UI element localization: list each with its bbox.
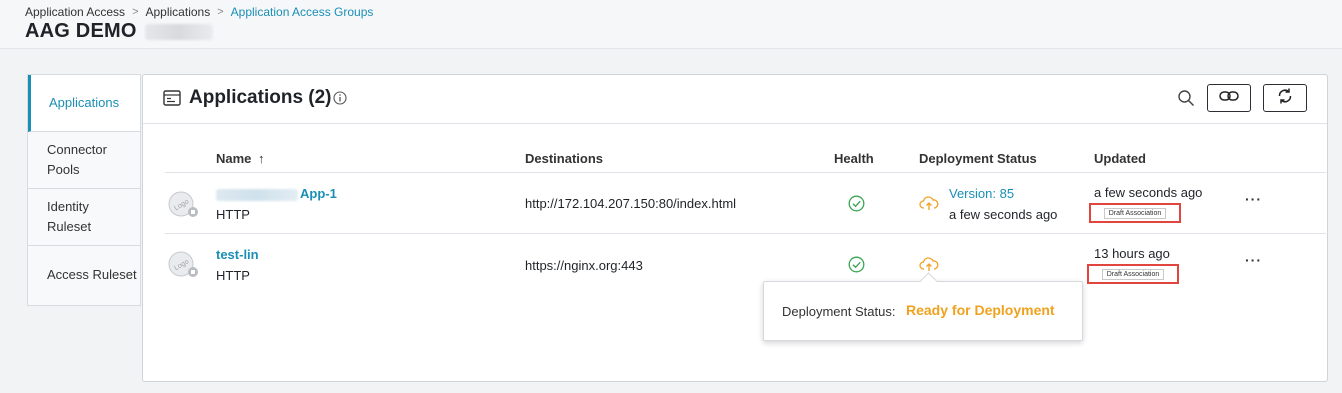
sort-ascending-icon: ↑ bbox=[258, 151, 265, 166]
row-actions-more-icon[interactable]: ··· bbox=[1245, 252, 1262, 268]
side-nav-item-identity-ruleset[interactable]: Identity Ruleset bbox=[28, 189, 140, 246]
column-header-health[interactable]: Health bbox=[834, 151, 874, 166]
redacted-title-suffix bbox=[144, 23, 213, 40]
health-ok-icon bbox=[848, 195, 865, 217]
app-type: HTTP bbox=[216, 268, 250, 283]
draft-association-badge: Draft Association bbox=[1089, 203, 1181, 223]
refresh-icon bbox=[1276, 87, 1294, 110]
column-header-name-label: Name bbox=[216, 151, 252, 166]
column-header-deployment-status[interactable]: Deployment Status bbox=[919, 151, 1037, 166]
health-ok-icon bbox=[848, 256, 865, 278]
breadcrumb-application-access-groups[interactable]: Application Access Groups bbox=[231, 5, 374, 19]
breadcrumb-applications[interactable]: Applications bbox=[146, 5, 211, 19]
tooltip-status-value: Ready for Deployment bbox=[906, 302, 1055, 318]
tooltip-label: Deployment Status: bbox=[782, 304, 896, 319]
panel-header: Applications (2) bbox=[143, 75, 1327, 124]
row-actions-more-icon[interactable]: ··· bbox=[1245, 191, 1262, 207]
app-destination: http://172.104.207.150:80/index.html bbox=[525, 196, 737, 211]
link-icon bbox=[1219, 89, 1239, 107]
cloud-upload-icon bbox=[919, 195, 939, 216]
page-header: Application Access > Applications > Appl… bbox=[0, 0, 1342, 49]
refresh-button[interactable] bbox=[1263, 84, 1307, 112]
app-name-link[interactable]: test-lin bbox=[216, 247, 259, 262]
deployment-time: a few seconds ago bbox=[949, 207, 1058, 222]
link-button[interactable] bbox=[1207, 84, 1251, 112]
applications-panel: Applications (2) Name ↑ Destinations Hea… bbox=[142, 74, 1328, 382]
updated-time: 13 hours ago bbox=[1094, 246, 1170, 261]
panel-title: Applications (2) bbox=[189, 87, 332, 108]
table-header-divider bbox=[165, 172, 1326, 173]
column-header-name[interactable]: Name ↑ bbox=[216, 151, 265, 166]
page-title: AAG DEMO bbox=[25, 20, 213, 43]
row-divider bbox=[165, 233, 1326, 234]
side-nav-item-applications[interactable]: Applications bbox=[28, 75, 140, 132]
app-logo-placeholder-icon: Logo bbox=[167, 191, 199, 224]
app-logo-placeholder-icon: Logo bbox=[167, 251, 199, 284]
column-header-updated[interactable]: Updated bbox=[1094, 151, 1146, 166]
side-nav-item-label: Identity Ruleset bbox=[47, 199, 92, 234]
deployment-status-tooltip: Deployment Status: Ready for Deployment bbox=[763, 272, 1083, 341]
info-icon[interactable] bbox=[333, 91, 347, 110]
side-nav-item-label: Access Ruleset bbox=[47, 266, 137, 282]
page-title-text: AAG DEMO bbox=[25, 20, 137, 42]
breadcrumb-separator: > bbox=[217, 6, 224, 18]
breadcrumb-separator: > bbox=[132, 6, 139, 18]
side-nav: Applications Connector Pools Identity Ru… bbox=[27, 74, 141, 306]
deployment-version-link[interactable]: Version: 85 bbox=[949, 186, 1014, 201]
side-nav-item-connector-pools[interactable]: Connector Pools bbox=[28, 132, 140, 189]
app-type: HTTP bbox=[216, 207, 250, 222]
breadcrumb: Application Access > Applications > Appl… bbox=[25, 5, 373, 19]
column-header-destinations[interactable]: Destinations bbox=[525, 151, 603, 166]
redacted-app-name-prefix bbox=[216, 188, 298, 201]
updated-time: a few seconds ago bbox=[1094, 185, 1203, 200]
app-name-link[interactable]: App-1 bbox=[216, 186, 337, 201]
badge-label: Draft Association bbox=[1103, 207, 1167, 219]
breadcrumb-application-access[interactable]: Application Access bbox=[25, 5, 125, 19]
search-icon[interactable] bbox=[1177, 89, 1195, 112]
side-nav-item-label: Connector Pools bbox=[47, 142, 107, 177]
side-nav-item-access-ruleset[interactable]: Access Ruleset bbox=[28, 246, 140, 303]
app-name-text: App-1 bbox=[300, 186, 337, 201]
draft-association-badge: Draft Association bbox=[1087, 264, 1179, 284]
badge-label: Draft Association bbox=[1101, 268, 1165, 280]
side-nav-item-label: Applications bbox=[49, 95, 120, 110]
applications-list-icon bbox=[163, 90, 181, 111]
app-destination: https://nginx.org:443 bbox=[525, 258, 643, 273]
